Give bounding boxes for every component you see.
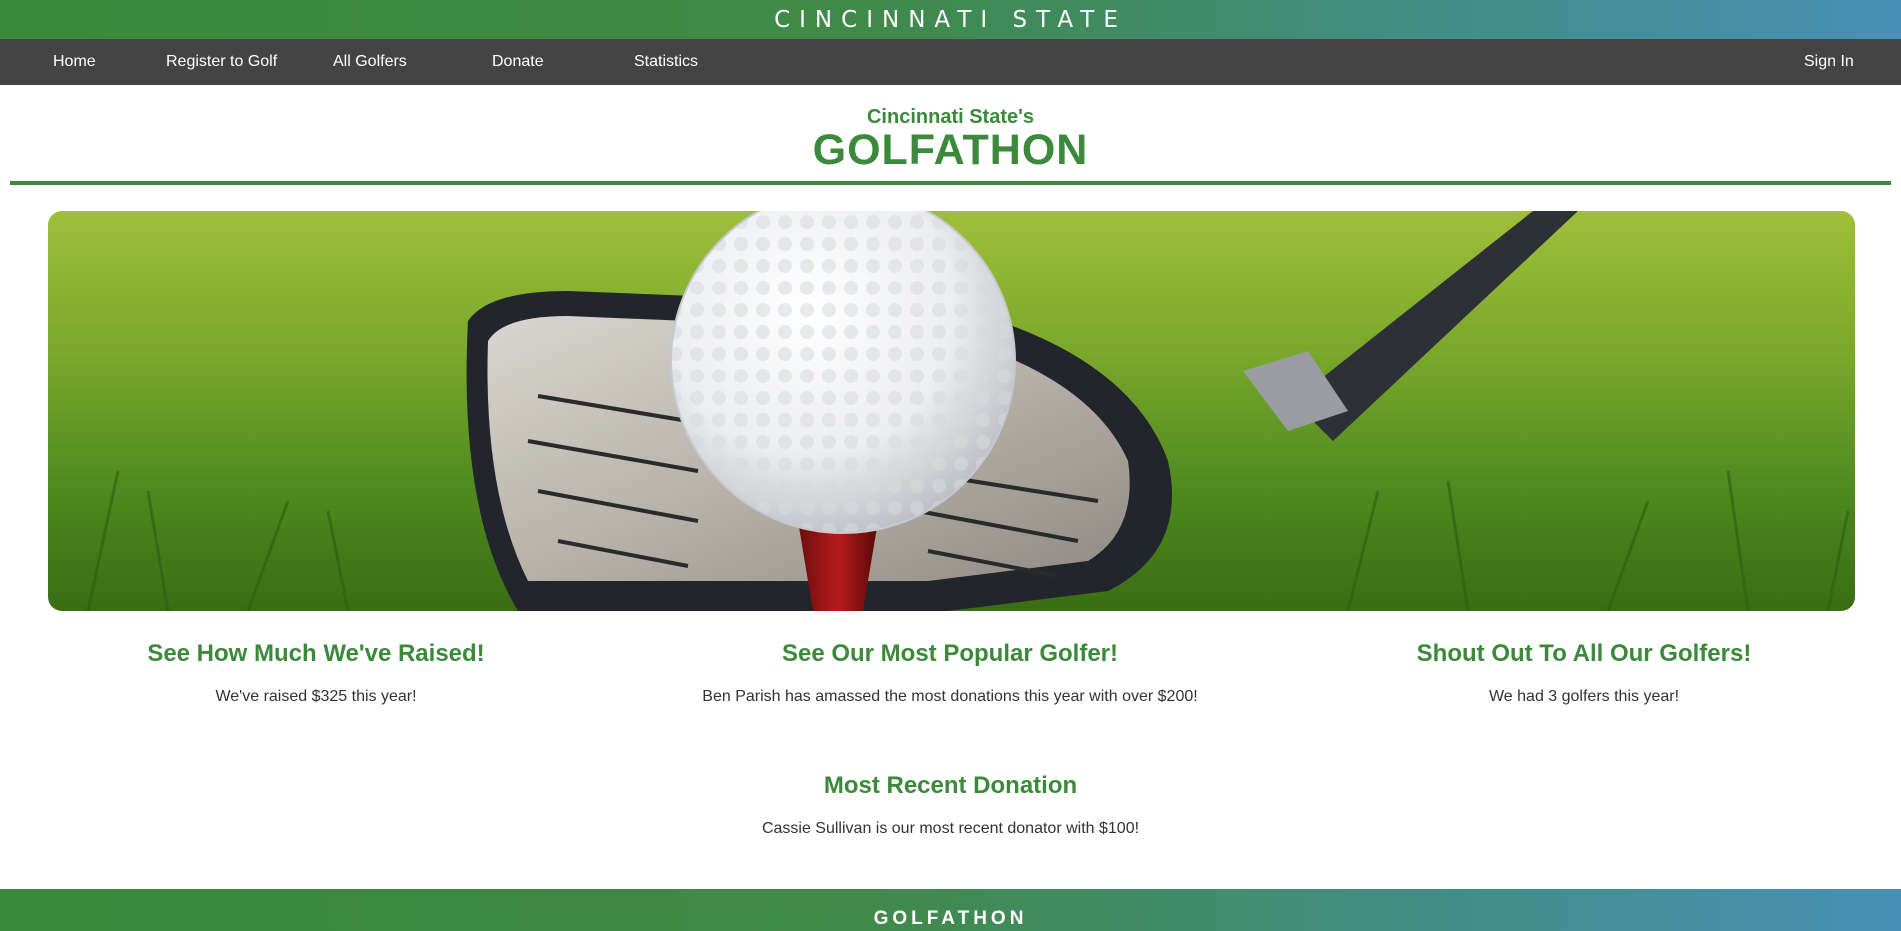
page-title: GOLFATHON (812, 126, 1089, 174)
feature-golfers-count: Shout Out To All Our Golfers! We had 3 g… (1324, 640, 1844, 706)
header-divider (10, 181, 1891, 185)
page-footer: GOLFATHON (0, 889, 1901, 931)
feature-raised-text: We've raised $325 this year! (215, 688, 417, 705)
nav-statistics-link[interactable]: Statistics (634, 39, 698, 85)
brand-name: CINCINNATI STATE (774, 6, 1127, 33)
nav-all-golfers-link[interactable]: All Golfers (333, 39, 407, 85)
nav-register-link[interactable]: Register to Golf (166, 39, 277, 85)
feature-popular-heading: See Our Most Popular Golfer! (781, 640, 1119, 667)
feature-raised: See How Much We've Raised! We've raised … (56, 640, 576, 706)
sign-in-link[interactable]: Sign In (1804, 39, 1854, 85)
nav-home-link[interactable]: Home (53, 39, 96, 85)
feature-popular-text: Ben Parish has amassed the most donation… (702, 688, 1198, 705)
recent-donation-heading: Most Recent Donation (823, 772, 1078, 799)
recent-donation: Most Recent Donation Cassie Sullivan is … (0, 772, 1901, 838)
feature-raised-heading: See How Much We've Raised! (147, 640, 485, 667)
nav-donate-link[interactable]: Donate (492, 39, 544, 85)
feature-popular-golfer: See Our Most Popular Golfer! Ben Parish … (690, 640, 1210, 706)
golf-hero-illustration (48, 211, 1855, 611)
main-navbar: Home Register to Golf All Golfers Donate… (0, 39, 1901, 85)
hero-image (48, 211, 1855, 611)
top-brand-bar: CINCINNATI STATE (0, 0, 1901, 39)
feature-golfers-heading: Shout Out To All Our Golfers! (1416, 640, 1752, 667)
feature-golfers-text: We had 3 golfers this year! (1488, 688, 1680, 705)
footer-brand: GOLFATHON (873, 908, 1028, 929)
recent-donation-text: Cassie Sullivan is our most recent donat… (761, 820, 1140, 837)
